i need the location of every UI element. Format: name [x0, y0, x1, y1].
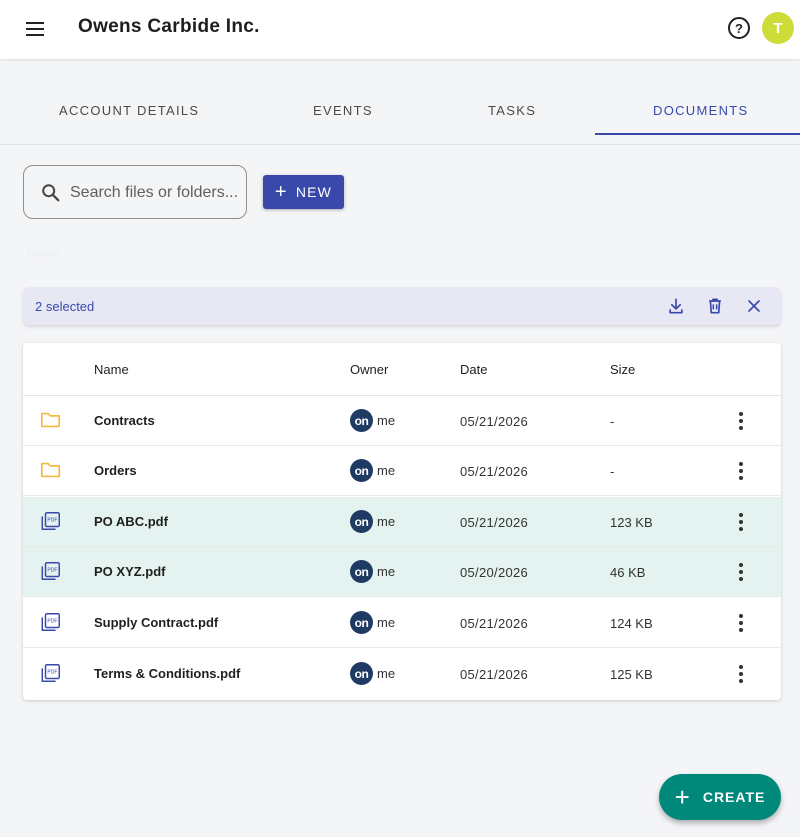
table-row[interactable]: PDF Supply Contract.pdf on me 05/21/2026… — [23, 598, 781, 648]
new-button-label: NEW — [295, 184, 333, 200]
folder-icon — [41, 462, 61, 478]
more-options-icon[interactable] — [735, 461, 747, 481]
table-row[interactable]: PDF PO ABC.pdf on me 05/21/2026 123 KB — [23, 497, 781, 547]
row-name[interactable]: PO XYZ.pdf — [94, 564, 166, 579]
more-options-icon[interactable] — [735, 512, 747, 532]
owner-avatar: on — [350, 510, 373, 533]
row-name[interactable]: Terms & Conditions.pdf — [94, 666, 240, 681]
owner-avatar: on — [350, 560, 373, 583]
close-icon[interactable] — [744, 296, 764, 316]
row-date: 05/21/2026 — [460, 515, 529, 530]
row-owner: me — [377, 514, 396, 529]
menu-icon[interactable] — [22, 17, 48, 41]
table-row[interactable]: Contracts on me 05/21/2026 - — [23, 396, 781, 446]
row-date: 05/21/2026 — [460, 464, 529, 479]
column-header-size[interactable]: Size — [610, 362, 635, 377]
row-owner: me — [377, 463, 396, 478]
table-row[interactable]: PDF PO XYZ.pdf on me 05/20/2026 46 KB — [23, 547, 781, 597]
svg-text:PDF: PDF — [47, 517, 57, 523]
svg-text:PDF: PDF — [47, 567, 57, 573]
pdf-icon: PDF — [41, 562, 60, 580]
row-date: 05/21/2026 — [460, 616, 529, 631]
row-date: 05/20/2026 — [460, 565, 529, 580]
selection-bar: 2 selected — [23, 287, 781, 325]
download-icon[interactable] — [666, 296, 686, 316]
table-row[interactable]: Orders on me 05/21/2026 - — [23, 446, 781, 496]
column-header-owner[interactable]: Owner — [350, 362, 388, 377]
row-size: - — [610, 414, 615, 429]
new-button[interactable]: + NEW — [263, 175, 344, 209]
more-options-icon[interactable] — [735, 411, 747, 431]
row-size: - — [610, 464, 615, 479]
app-bar: Owens Carbide Inc. ? T — [0, 0, 800, 59]
plus-icon: + — [274, 181, 288, 203]
more-options-icon[interactable] — [735, 664, 747, 684]
avatar[interactable]: T — [762, 12, 794, 44]
tab-tasks[interactable]: TASKS — [488, 103, 536, 118]
owner-avatar: on — [350, 662, 373, 685]
pdf-icon: PDF — [41, 613, 60, 631]
row-date: 05/21/2026 — [460, 667, 529, 682]
folder-icon — [41, 412, 61, 428]
row-size: 123 KB — [610, 515, 653, 530]
tab-bar: ACCOUNT DETAILS EVENTS TASKS DOCUMENTS — [0, 60, 800, 145]
owner-avatar: on — [350, 459, 373, 482]
selection-count: 2 selected — [35, 299, 95, 314]
search-icon — [42, 184, 60, 202]
documents-table: Name Owner Date Size Contracts on me 05/… — [23, 343, 781, 700]
table-row[interactable]: PDF Terms & Conditions.pdf on me 05/21/2… — [23, 649, 781, 699]
pdf-icon: PDF — [41, 664, 60, 682]
delete-icon[interactable] — [705, 296, 725, 316]
row-owner: me — [377, 413, 396, 428]
tab-account-details[interactable]: ACCOUNT DETAILS — [59, 103, 199, 118]
svg-text:PDF: PDF — [47, 618, 57, 624]
page-title: Owens Carbide Inc. — [78, 16, 260, 37]
active-tab-indicator — [595, 133, 800, 135]
table-header: Name Owner Date Size — [23, 343, 781, 396]
row-size: 124 KB — [610, 616, 653, 631]
create-button[interactable]: + CREATE — [659, 774, 781, 820]
tab-events[interactable]: EVENTS — [313, 103, 373, 118]
row-name[interactable]: Orders — [94, 463, 137, 478]
row-size: 46 KB — [610, 565, 646, 580]
row-date: 05/21/2026 — [460, 414, 529, 429]
ghost-label: Name — [27, 246, 60, 260]
pdf-icon: PDF — [41, 512, 60, 530]
row-size: 125 KB — [610, 667, 653, 682]
column-header-name[interactable]: Name — [94, 362, 129, 377]
row-name[interactable]: Supply Contract.pdf — [94, 615, 218, 630]
svg-text:PDF: PDF — [47, 669, 57, 675]
row-owner: me — [377, 666, 396, 681]
row-owner: me — [377, 615, 396, 630]
owner-avatar: on — [350, 409, 373, 432]
column-header-date[interactable]: Date — [460, 362, 487, 377]
row-name[interactable]: Contracts — [94, 413, 155, 428]
plus-icon: + — [674, 782, 691, 812]
row-owner: me — [377, 564, 396, 579]
search-input[interactable] — [70, 183, 240, 203]
help-icon[interactable]: ? — [728, 17, 750, 39]
search-box — [23, 165, 247, 219]
more-options-icon[interactable] — [735, 613, 747, 633]
row-name[interactable]: PO ABC.pdf — [94, 514, 168, 529]
more-options-icon[interactable] — [735, 562, 747, 582]
tab-documents[interactable]: DOCUMENTS — [653, 103, 748, 118]
create-button-label: CREATE — [702, 789, 766, 805]
owner-avatar: on — [350, 611, 373, 634]
